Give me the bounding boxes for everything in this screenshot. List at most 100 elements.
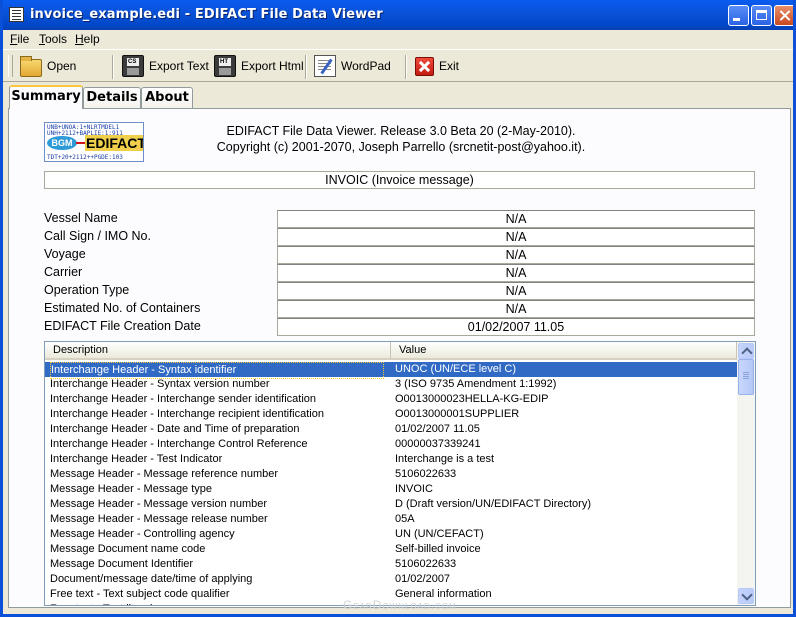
field-label: Estimated No. of Containers (44, 301, 201, 315)
list-item-description: Message Header - Message version number (50, 498, 268, 510)
list-item-value: D (Draft version/UN/EDIFACT Directory) (395, 498, 591, 510)
list-item[interactable]: Interchange Header - Interchange Control… (45, 437, 737, 452)
scroll-down-arrow-icon[interactable] (738, 588, 754, 604)
list-item-value: 00000037339241 (395, 438, 481, 450)
column-header-value[interactable]: Value (391, 342, 737, 360)
list-item-description: Message Document name code (50, 543, 206, 555)
maximize-button[interactable] (751, 5, 772, 26)
list-item-value: 05A (395, 513, 415, 525)
list-item-value: 01/02/2007 11.05 (395, 423, 480, 435)
field-value: N/A (277, 246, 755, 264)
list-item[interactable]: Message Document Identifier 5106022633 (45, 557, 737, 572)
exit-label: Exit (439, 59, 460, 73)
toolbar-grip[interactable] (8, 55, 13, 77)
list-item[interactable]: Interchange Header - Interchange recipie… (45, 407, 737, 422)
list-item-description: Document/message date/time of applying (50, 573, 253, 585)
field-value: N/A (277, 210, 755, 228)
exit-button[interactable]: Exit (415, 54, 459, 78)
release-info: EDIFACT File Data Viewer. Release 3.0 Be… (226, 124, 576, 138)
export-text-icon-label: CS (128, 59, 137, 65)
list-item-description: Interchange Header - Syntax version numb… (50, 378, 270, 390)
menu-help-mnemonic: H (75, 32, 84, 46)
scroll-up-arrow-icon[interactable] (738, 343, 754, 359)
field-value: 01/02/2007 11.05 (277, 318, 755, 336)
export-html-button[interactable]: HT Export Html (214, 54, 304, 78)
list-item[interactable]: Interchange Header - Syntax identifier UN… (45, 362, 737, 379)
field-value: N/A (277, 282, 755, 300)
tab-about[interactable]: About (141, 87, 193, 109)
export-text-button[interactable]: CS Export Text (122, 54, 209, 78)
title-bar[interactable]: invoice_example.edi - EDIFACT File Data … (3, 0, 793, 30)
segment-list[interactable]: Description Value Interchange Header - S… (44, 341, 756, 606)
list-item-value: UNOC (UN/ECE level C) (395, 363, 517, 375)
list-item-description: Message Header - Message reference numbe… (50, 468, 279, 480)
list-item-value: 5106022633 (395, 468, 457, 480)
list-item[interactable]: Message Header - Message reference numbe… (45, 467, 737, 482)
field-label: Voyage (44, 247, 86, 261)
list-item[interactable]: Document/message date/time of applying 01… (45, 572, 737, 587)
list-item-value: 3 (ISO 9735 Amendment 1:1992) (395, 378, 557, 390)
list-item-value: 5106022633 (395, 558, 457, 570)
message-type-box: INVOIC (Invoice message) (44, 171, 755, 189)
export-html-icon-label: HT (220, 59, 228, 65)
field-value: N/A (277, 264, 755, 282)
field-label: Carrier (44, 265, 83, 279)
vertical-scrollbar[interactable] (737, 342, 755, 605)
menu-bar: File Tools Help (3, 30, 793, 49)
list-item-description: Message Document Identifier (50, 558, 194, 570)
floppy-disk-icon: HT (214, 55, 236, 77)
close-button[interactable] (774, 5, 793, 26)
field-value: N/A (277, 228, 755, 246)
menu-tools-label: ools (45, 32, 68, 46)
menu-file-label: ile (17, 32, 30, 46)
toolbar: Open CS Export Text HT Export Html WordP… (3, 49, 793, 82)
wordpad-label: WordPad (341, 59, 391, 73)
floppy-disk-icon: CS (122, 55, 144, 77)
list-item-value: O0013000023HELLA-KG-EDIP (395, 393, 549, 405)
menu-help[interactable]: Help (75, 32, 100, 46)
list-item-value: INVOIC (395, 483, 433, 495)
list-item-value: Self-billed invoice (395, 543, 481, 555)
list-item-value: O0013000001SUPPLIER (395, 408, 520, 420)
list-item[interactable]: Message Header - Controlling agency UN (U… (45, 527, 737, 542)
list-item-description: Free text - Text literal (50, 602, 384, 605)
list-item-description: Interchange Header - Interchange sender … (50, 393, 317, 405)
menu-file[interactable]: File (10, 32, 29, 46)
list-item[interactable]: Interchange Header - Test Indicator Inter… (45, 452, 737, 467)
menu-tools[interactable]: Tools (39, 32, 67, 46)
toolbar-separator (305, 55, 307, 79)
tab-details[interactable]: Details (83, 87, 141, 109)
list-item-description: Message Header - Controlling agency (50, 528, 235, 540)
field-label: EDIFACT File Creation Date (44, 319, 201, 333)
list-item[interactable]: Message Document name code Self-billed in… (45, 542, 737, 557)
scroll-thumb[interactable] (738, 359, 754, 395)
toolbar-separator (405, 55, 407, 79)
red-x-exit-icon (415, 56, 434, 76)
minimize-button[interactable] (728, 5, 749, 26)
open-label: Open (47, 59, 77, 73)
list-item[interactable]: Message Header - Message release number 0… (45, 512, 737, 527)
field-label: Vessel Name (44, 211, 118, 225)
list-item[interactable]: Interchange Header - Date and Time of pr… (45, 422, 737, 437)
watermark: GearDownload.com (343, 598, 457, 612)
field-label: Call Sign / IMO No. (44, 229, 151, 243)
app-icon[interactable] (9, 7, 24, 22)
folder-open-icon (20, 55, 42, 77)
export-html-label: Export Html (241, 59, 304, 73)
wordpad-button[interactable]: WordPad (314, 54, 391, 78)
tab-summary[interactable]: Summary (9, 85, 83, 109)
field-value: N/A (277, 300, 755, 318)
list-item-description: Message Header - Message release number (50, 513, 268, 525)
list-item[interactable]: Message Header - Message type INVOIC (45, 482, 737, 497)
list-item-value: Interchange is a test (395, 453, 495, 465)
list-item[interactable]: Interchange Header - Syntax version numb… (45, 377, 737, 392)
toolbar-separator (112, 55, 114, 79)
open-button[interactable]: Open (20, 54, 76, 78)
export-text-label: Export Text (149, 59, 209, 73)
list-item-description: Interchange Header - Interchange recipie… (50, 408, 324, 420)
column-header-description[interactable]: Description (45, 342, 391, 360)
window-title: invoice_example.edi - EDIFACT File Data … (30, 7, 383, 22)
list-item[interactable]: Interchange Header - Interchange sender … (45, 392, 737, 407)
list-item[interactable]: Message Header - Message version number D… (45, 497, 737, 512)
list-item-description: Message Header - Message type (50, 483, 213, 495)
